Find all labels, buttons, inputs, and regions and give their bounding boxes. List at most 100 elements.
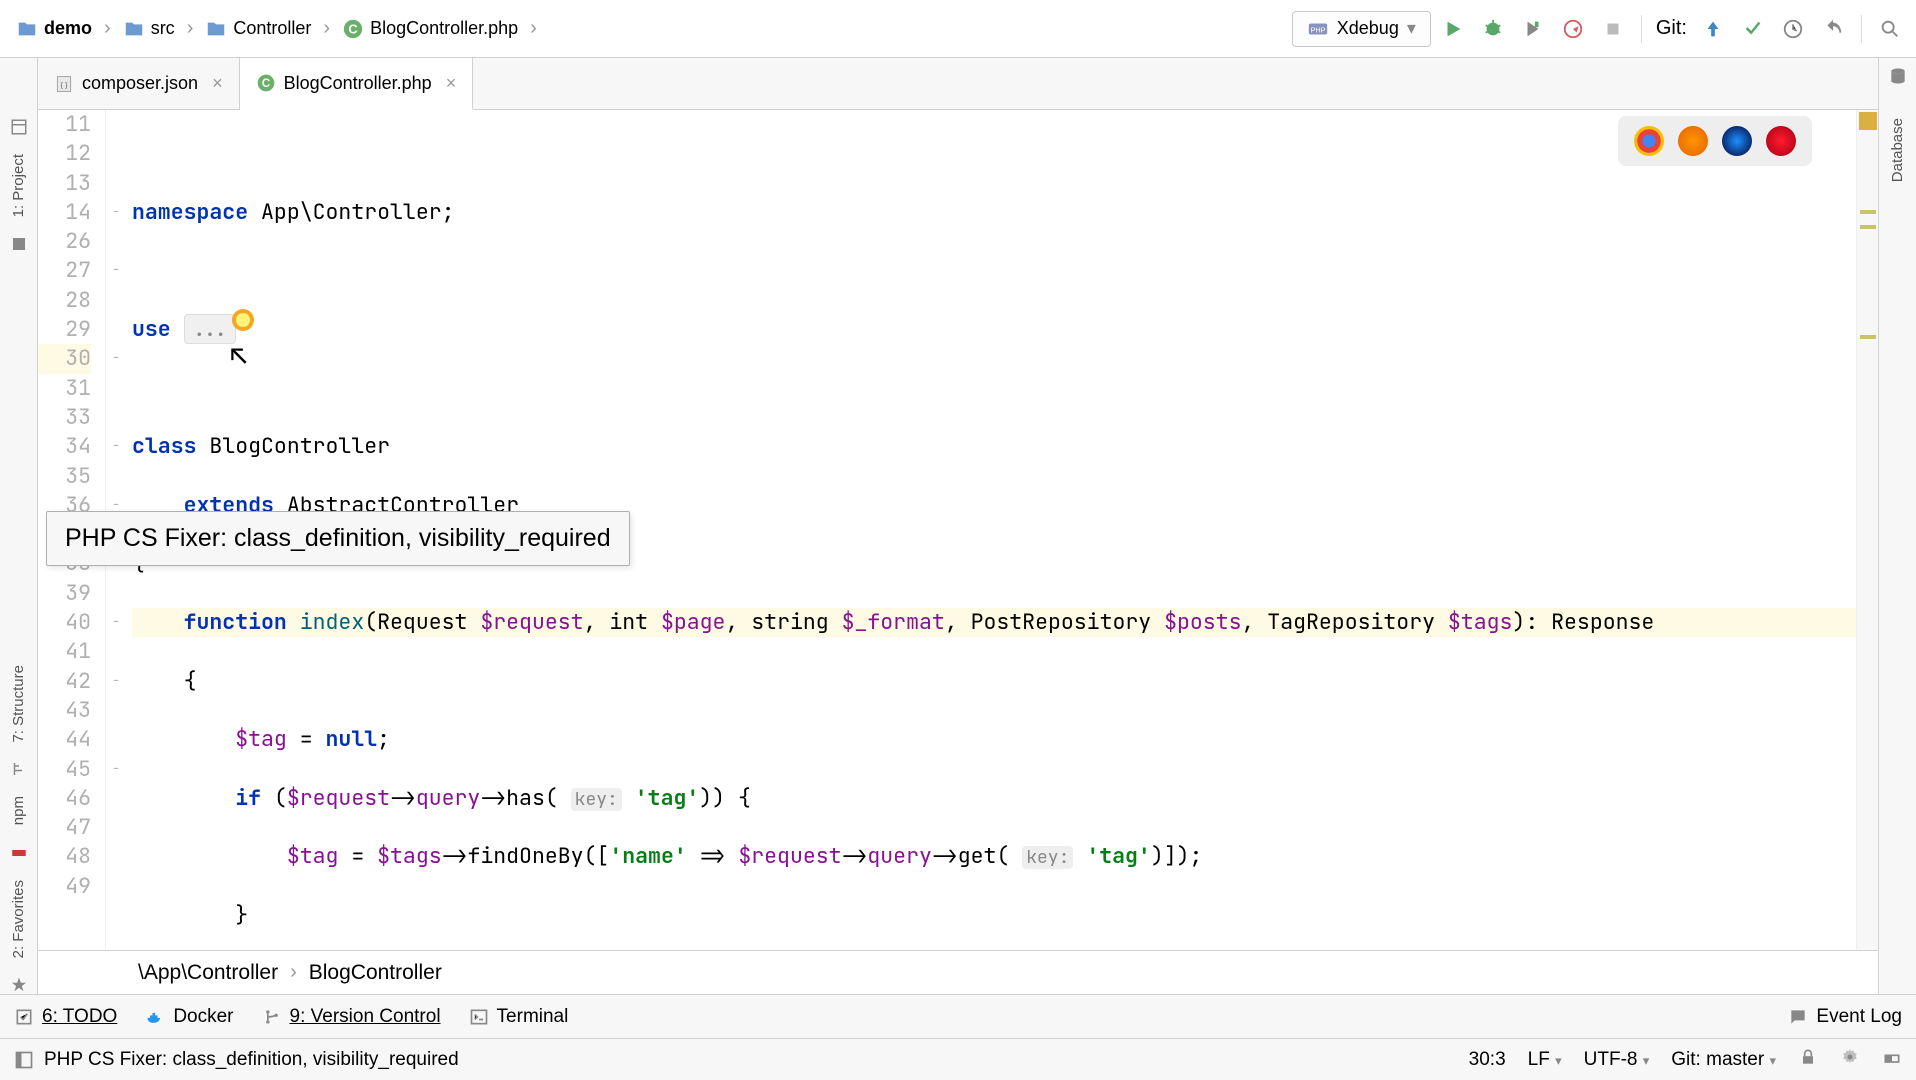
- star-icon[interactable]: [10, 976, 28, 994]
- line-separator[interactable]: LF ▾: [1528, 1049, 1562, 1071]
- commit-icon: [1742, 18, 1764, 40]
- chrome-icon[interactable]: [1634, 126, 1664, 156]
- collapse-icon[interactable]: [10, 118, 28, 136]
- crumb-controller[interactable]: Controller: [197, 14, 319, 44]
- todo-icon: [14, 1007, 34, 1027]
- right-rail-top: [1878, 58, 1916, 110]
- folder-icon: [205, 18, 227, 40]
- tool-project[interactable]: 1: Project: [10, 154, 27, 217]
- intention-bulb-icon[interactable]: [232, 309, 254, 331]
- revert-button[interactable]: [1815, 11, 1851, 47]
- memory-indicator[interactable]: [1882, 1047, 1902, 1073]
- structure-icon[interactable]: [10, 760, 28, 778]
- class-icon: C: [342, 18, 364, 40]
- history-button[interactable]: [1775, 11, 1811, 47]
- inspection-tooltip: PHP CS Fixer: class_definition, visibili…: [46, 511, 630, 566]
- interpreter-settings[interactable]: [1840, 1047, 1860, 1073]
- php-icon: PHP: [1307, 18, 1329, 40]
- gear-icon: [1840, 1047, 1860, 1067]
- stop-icon: [1602, 18, 1624, 40]
- tab-composer-json[interactable]: { } composer.json ×: [38, 58, 240, 109]
- opera-icon[interactable]: [1766, 126, 1796, 156]
- toolwindow-toggle-icon[interactable]: [14, 1050, 34, 1070]
- navigation-breadcrumbs: demo › src › Controller › C BlogControll…: [8, 14, 1288, 44]
- terminal-icon: [469, 1007, 489, 1027]
- lock-icon: [1798, 1047, 1818, 1067]
- database-icon: [1888, 66, 1908, 86]
- editor-tabs: { } composer.json × C BlogController.php…: [38, 58, 1878, 110]
- branch-icon: [262, 1007, 282, 1027]
- toolwindow-bar: 6: TODO Docker 9: Version Control Termin…: [0, 994, 1916, 1038]
- class-icon: C: [256, 73, 276, 93]
- right-tools-rail: Database: [1878, 110, 1916, 994]
- docker-icon: [145, 1007, 165, 1027]
- tool-docker[interactable]: Docker: [145, 1006, 233, 1028]
- chevron-right-icon: ›: [187, 17, 194, 40]
- event-log-icon: [1788, 1007, 1808, 1027]
- debug-button[interactable]: [1475, 11, 1511, 47]
- tool-vcs[interactable]: 9: Version Control: [262, 1006, 441, 1028]
- crumb-src[interactable]: src: [115, 14, 183, 44]
- clock-icon: [1782, 18, 1804, 40]
- mouse-cursor-icon: ↖: [230, 342, 247, 371]
- safari-icon[interactable]: [1722, 126, 1752, 156]
- tool-database[interactable]: Database: [1889, 118, 1906, 182]
- tool-eventlog[interactable]: Event Log: [1788, 1006, 1902, 1028]
- crumb-namespace[interactable]: \App\Controller: [138, 961, 278, 985]
- revert-icon: [1822, 18, 1844, 40]
- status-message: PHP CS Fixer: class_definition, visibili…: [44, 1049, 459, 1071]
- editor-breadcrumb: \App\Controller › BlogController: [38, 950, 1878, 994]
- coverage-button[interactable]: [1515, 11, 1551, 47]
- left-tools-rail: 1: Project 7: Structure npm 2: Favorites: [0, 110, 38, 994]
- npm-icon[interactable]: [10, 844, 28, 862]
- folder-icon: [16, 18, 38, 40]
- crumb-project[interactable]: demo: [8, 14, 100, 44]
- chevron-right-icon: ›: [290, 961, 297, 984]
- svg-text:C: C: [348, 21, 357, 36]
- svg-text:{ }: { }: [60, 80, 68, 89]
- commit-button[interactable]: [1735, 11, 1771, 47]
- search-button[interactable]: [1872, 11, 1908, 47]
- crumb-class[interactable]: BlogController: [309, 961, 442, 985]
- readonly-toggle[interactable]: [1798, 1047, 1818, 1073]
- top-toolbar: demo › src › Controller › C BlogControll…: [0, 0, 1916, 58]
- update-icon: [1702, 18, 1724, 40]
- profile-button[interactable]: [1555, 11, 1591, 47]
- run-config-selector[interactable]: PHP Xdebug ▾: [1292, 11, 1431, 47]
- json-icon: { }: [54, 74, 74, 94]
- folder-icon: [123, 18, 145, 40]
- tool-npm[interactable]: npm: [10, 796, 27, 825]
- browser-preview-bar: [1618, 116, 1812, 166]
- tool-todo[interactable]: 6: TODO: [14, 1006, 117, 1028]
- git-branch[interactable]: Git: master ▾: [1671, 1049, 1776, 1071]
- error-stripe[interactable]: [1856, 110, 1878, 950]
- chevron-down-icon: ▾: [1407, 18, 1416, 39]
- project-icon[interactable]: [10, 235, 28, 253]
- git-label: Git:: [1652, 17, 1691, 40]
- svg-text:PHP: PHP: [1310, 25, 1325, 34]
- left-rail-top: [0, 58, 38, 110]
- crumb-file[interactable]: C BlogController.php: [334, 14, 526, 44]
- tool-terminal[interactable]: Terminal: [469, 1006, 569, 1028]
- profile-icon: [1562, 18, 1584, 40]
- tool-structure[interactable]: 7: Structure: [10, 665, 27, 743]
- firefox-icon[interactable]: [1678, 126, 1708, 156]
- status-bar: PHP CS Fixer: class_definition, visibili…: [0, 1038, 1916, 1080]
- run-button[interactable]: [1435, 11, 1471, 47]
- chevron-right-icon: ›: [323, 17, 330, 40]
- coverage-icon: [1522, 18, 1544, 40]
- memory-icon: [1882, 1047, 1902, 1067]
- tool-favorites[interactable]: 2: Favorites: [10, 880, 27, 958]
- close-icon[interactable]: ×: [440, 73, 457, 94]
- stop-button[interactable]: [1595, 11, 1631, 47]
- chevron-right-icon: ›: [104, 17, 111, 40]
- tab-blogcontroller[interactable]: C BlogController.php ×: [240, 58, 474, 110]
- chevron-right-icon: ›: [530, 17, 537, 40]
- close-icon[interactable]: ×: [206, 73, 223, 94]
- file-encoding[interactable]: UTF-8 ▾: [1584, 1049, 1650, 1071]
- bug-icon: [1482, 18, 1504, 40]
- caret-position[interactable]: 30:3: [1469, 1049, 1506, 1071]
- svg-text:C: C: [261, 77, 270, 90]
- play-icon: [1442, 18, 1464, 40]
- update-button[interactable]: [1695, 11, 1731, 47]
